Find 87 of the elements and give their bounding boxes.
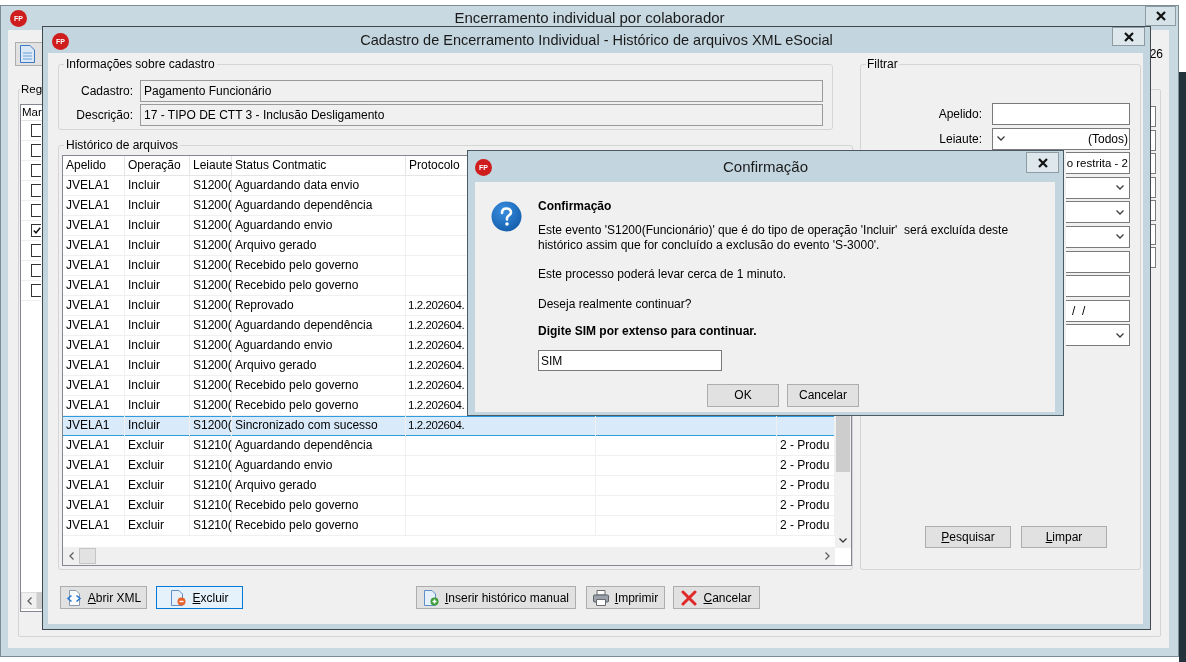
chevron-left-icon	[26, 596, 32, 605]
table-cell: S1210(	[190, 516, 232, 536]
scrollbar-thumb[interactable]	[836, 416, 850, 472]
dropdown[interactable]: o restrita - 2	[1066, 152, 1130, 175]
close-icon	[1155, 11, 1166, 21]
scrollbar-thumb[interactable]	[37, 592, 42, 609]
dropdown[interactable]	[1066, 225, 1130, 248]
table-row[interactable]: JVELA1 Excluir S1210( Aguardando dependência 2 - Produ	[63, 436, 835, 456]
table-row[interactable]: JVELA1 Excluir S1210( Recebido pelo governo 2 - Produ	[63, 496, 835, 516]
scroll-left-button[interactable]	[21, 592, 37, 609]
close-icon	[1123, 31, 1134, 42]
close-button[interactable]	[1026, 152, 1059, 173]
checkbox[interactable]	[31, 264, 41, 277]
chevron-down-icon	[1116, 209, 1124, 215]
vertical-scrollbar[interactable]	[835, 416, 851, 548]
table-row[interactable]: JVELA1 Excluir S1210( Arquivo gerado 2 - Produ	[63, 476, 835, 496]
table-row[interactable]: JVELA1 Incluir S1200( Sincronizado com sucesso 1.2.202604.	[63, 416, 835, 436]
text-field[interactable]	[1066, 275, 1130, 298]
dropdown[interactable]	[1066, 324, 1130, 347]
close-icon	[1037, 157, 1048, 168]
prompt-text: Digite SIM por extenso para continuar.	[538, 324, 757, 339]
print-button[interactable]: Imprimir	[586, 586, 665, 609]
window-title: Confirmação	[721, 158, 809, 176]
chevron-right-icon	[824, 552, 830, 560]
printer-icon	[592, 589, 609, 606]
chevron-down-icon	[1116, 185, 1124, 191]
scrollbar-thumb[interactable]	[79, 548, 96, 564]
chevron-down-icon	[1116, 332, 1124, 338]
clear-button[interactable]: Limpar	[1021, 526, 1107, 548]
toolbar-button[interactable]	[15, 42, 42, 66]
window-title: Cadastro de Encerramento Individual - Histórico de arquivos XML eSocial	[359, 31, 834, 49]
window-title: Encerramento individual por colaborador	[453, 9, 726, 27]
table-cell: JVELA1	[63, 516, 125, 536]
table-cell: Excluir	[125, 516, 190, 536]
table-cell: Recebido pelo governo	[232, 516, 406, 536]
table-row[interactable]: JVELA1 Excluir S1210( Aguardando envio 2 - Produ	[63, 456, 835, 476]
dropdown[interactable]	[1066, 201, 1130, 224]
document-icon	[20, 45, 35, 63]
field-label: Leiaute:	[939, 131, 982, 146]
field-label: Apelido:	[938, 107, 982, 121]
horizontal-scrollbar[interactable]	[63, 547, 835, 565]
checkbox[interactable]	[31, 244, 41, 257]
chevron-down-icon	[997, 136, 1005, 142]
checkbox[interactable]	[31, 124, 41, 137]
table-row[interactable]: JVELA1 Excluir S1210( Recebido pelo governo 2 - Produ	[63, 516, 835, 536]
text-field[interactable]	[1066, 250, 1130, 273]
checkbox[interactable]	[31, 184, 41, 197]
close-button[interactable]	[1145, 6, 1176, 26]
file-minus-icon	[170, 589, 187, 606]
search-button[interactable]: Pesquisar	[925, 526, 1011, 548]
close-button[interactable]	[1112, 27, 1145, 46]
table-cell-text: 1.2.202604.	[407, 418, 466, 433]
number-text: 26	[1149, 47, 1163, 61]
checkbox[interactable]	[31, 164, 41, 177]
group-title: Histórico de arquivos	[65, 138, 180, 152]
chevron-down-icon	[1116, 234, 1124, 240]
insert-button[interactable]: Inserir histórico manual	[416, 586, 576, 609]
file-plus-icon	[422, 589, 439, 606]
group-title: Filtrar	[866, 57, 899, 71]
code-file-icon	[65, 589, 82, 606]
dropdown[interactable]	[1066, 176, 1130, 199]
question-text: Deseja realmente continuar?	[538, 297, 692, 312]
open-xml-button[interactable]: Abrir XML	[60, 586, 147, 609]
dialog-heading: Confirmação	[538, 199, 612, 214]
group-title: Reg	[20, 83, 44, 96]
chevron-down-icon	[839, 537, 847, 543]
delete-button[interactable]: Excluir	[156, 586, 243, 609]
checkbox[interactable]	[31, 224, 41, 237]
checkbox[interactable]	[31, 144, 41, 157]
checkmark-icon	[33, 227, 41, 234]
group-title: Informações sobre cadastro	[65, 57, 216, 71]
text-field[interactable]: 17 - TIPO DE CTT 3 - Inclusão Desligamento	[140, 104, 823, 126]
text-field[interactable]: / /	[1066, 299, 1130, 322]
cancel-button[interactable]: Cancelar	[787, 384, 859, 407]
question-icon	[491, 201, 522, 232]
cross-icon	[681, 589, 698, 606]
field-label: Cadastro:	[79, 84, 133, 98]
text-field[interactable]: Pagamento Funcionário	[140, 80, 823, 102]
field-label: Descrição:	[75, 108, 133, 122]
chevron-left-icon	[68, 552, 74, 560]
dropdown[interactable]: (Todos)	[992, 127, 1130, 150]
text-field[interactable]	[992, 103, 1130, 125]
text-input[interactable]: SIM	[538, 350, 722, 371]
checkbox[interactable]	[31, 284, 41, 297]
cancel-button[interactable]: Cancelar	[673, 586, 760, 609]
ok-button[interactable]: OK	[707, 384, 779, 407]
checkbox[interactable]	[31, 204, 41, 217]
